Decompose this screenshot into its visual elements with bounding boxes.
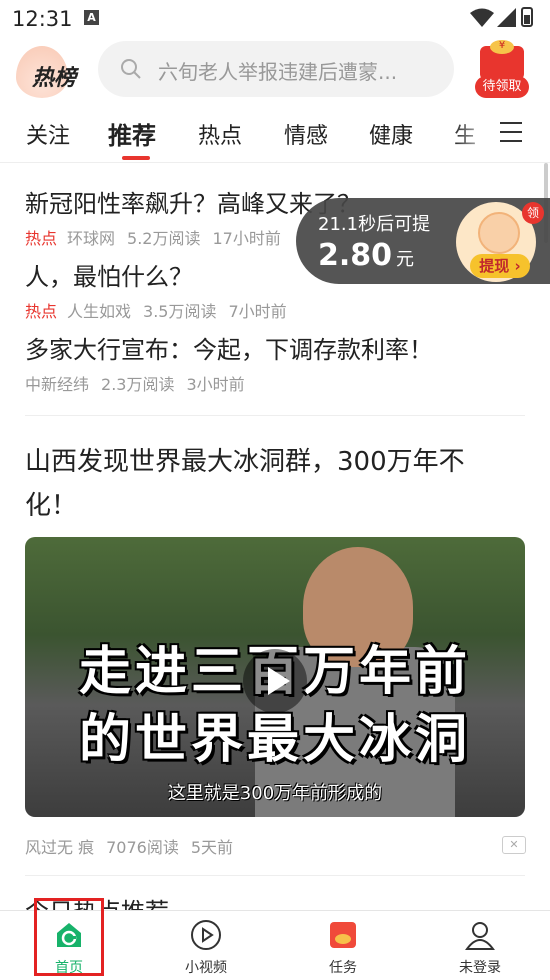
home-highlight-box bbox=[34, 898, 104, 976]
tab-health[interactable]: 健康 bbox=[369, 118, 413, 150]
video-source: 风过无 痕 bbox=[25, 838, 95, 857]
play-circle-icon bbox=[191, 920, 221, 950]
article-meta: 热点 环球网 5.2万阅读 17小时前 bbox=[25, 225, 293, 249]
logo-text: 热榜 bbox=[32, 66, 77, 91]
divider bbox=[25, 415, 525, 416]
nav-profile-label: 未登录 bbox=[459, 960, 501, 976]
article-time: 17小时前 bbox=[212, 229, 281, 248]
nav-short-video-label: 小视频 bbox=[185, 960, 227, 976]
video-article-title[interactable]: 山西发现世界最大冰洞群，300万年不化！ bbox=[25, 440, 515, 528]
app-logo[interactable]: 热榜 bbox=[16, 46, 86, 98]
menu-icon[interactable] bbox=[500, 122, 522, 142]
article-reads: 5.2万阅读 bbox=[127, 229, 201, 248]
dismiss-icon[interactable]: ✕ bbox=[502, 836, 526, 854]
tab-hot[interactable]: 热点 bbox=[198, 118, 242, 150]
tab-emotion[interactable]: 情感 bbox=[284, 118, 328, 150]
claim-badge[interactable]: 领 bbox=[522, 202, 544, 224]
video-thumbnail[interactable]: 走进三百万年前 的世界最大冰洞 这里就是300万年前形成的 bbox=[25, 537, 525, 817]
yuan-symbol: ¥ bbox=[498, 40, 506, 51]
hot-tag: 热点 bbox=[25, 229, 58, 248]
tab-recommend[interactable]: 推荐 bbox=[108, 116, 156, 151]
article-title[interactable]: 人，最怕什么？ bbox=[25, 257, 193, 292]
task-redpack-icon bbox=[330, 922, 356, 948]
article-time: 7小时前 bbox=[228, 302, 287, 321]
redpack-label: 待领取 bbox=[475, 76, 529, 98]
tab-follow[interactable]: 关注 bbox=[26, 118, 70, 150]
top-bar: 热榜 六旬老人举报违建后遭蒙... ¥ 待领取 bbox=[0, 38, 550, 104]
promo-amount-value: 2.80 bbox=[318, 238, 393, 273]
withdraw-button[interactable]: 提现 › bbox=[470, 254, 530, 278]
article-title[interactable]: 多家大行宣布：今起，下调存款利率！ bbox=[25, 330, 433, 365]
hot-tag: 热点 bbox=[25, 302, 58, 321]
nav-profile[interactable]: 未登录 bbox=[430, 915, 530, 977]
active-tab-indicator bbox=[122, 156, 150, 160]
search-placeholder: 六旬老人举报违建后遭蒙... bbox=[158, 60, 398, 84]
wifi-icon bbox=[470, 8, 494, 27]
promo-amount: 2.80 元 bbox=[318, 238, 414, 273]
withdraw-label: 提现 bbox=[479, 257, 510, 275]
promo-unit: 元 bbox=[396, 249, 415, 270]
nav-short-video[interactable]: 小视频 bbox=[156, 915, 256, 977]
user-icon bbox=[465, 922, 495, 950]
video-reads: 7076阅读 bbox=[106, 838, 179, 857]
article-time: 3小时前 bbox=[186, 375, 245, 394]
redpack-button[interactable]: ¥ 待领取 bbox=[472, 40, 532, 100]
article-source: 环球网 bbox=[67, 229, 116, 248]
promo-countdown: 21.1秒后可提 bbox=[318, 214, 431, 235]
character-face-icon bbox=[478, 212, 520, 254]
article-reads: 3.5万阅读 bbox=[143, 302, 217, 321]
search-icon bbox=[121, 59, 141, 79]
category-tabs: 关注 推荐 热点 情感 健康 生 bbox=[0, 104, 550, 163]
video-subtitle: 这里就是300万年前形成的 bbox=[167, 783, 383, 804]
battery-icon bbox=[521, 7, 533, 27]
status-time: 12:31 bbox=[12, 7, 73, 31]
article-source: 人生如戏 bbox=[67, 302, 132, 321]
video-time: 5天前 bbox=[190, 838, 234, 857]
divider bbox=[25, 875, 525, 876]
withdraw-promo[interactable]: 21.1秒后可提 2.80 元 提现 › 领 bbox=[296, 198, 550, 284]
article-meta: 中新经纬 2.3万阅读 3小时前 bbox=[25, 371, 257, 395]
play-icon[interactable] bbox=[243, 649, 307, 713]
nav-tasks-label: 任务 bbox=[329, 960, 357, 976]
a-notification-icon: A bbox=[84, 10, 99, 25]
status-bar: 12:31 A bbox=[0, 0, 550, 38]
video-meta: 风过无 痕 7076阅读 5天前 bbox=[25, 834, 245, 858]
search-input[interactable]: 六旬老人举报违建后遭蒙... bbox=[98, 41, 454, 97]
article-reads: 2.3万阅读 bbox=[101, 375, 175, 394]
signal-icon bbox=[497, 8, 516, 27]
nav-tasks[interactable]: 任务 bbox=[293, 915, 393, 977]
article-source: 中新经纬 bbox=[25, 375, 90, 394]
article-meta: 热点 人生如戏 3.5万阅读 7小时前 bbox=[25, 298, 299, 322]
tab-fade bbox=[452, 104, 496, 160]
